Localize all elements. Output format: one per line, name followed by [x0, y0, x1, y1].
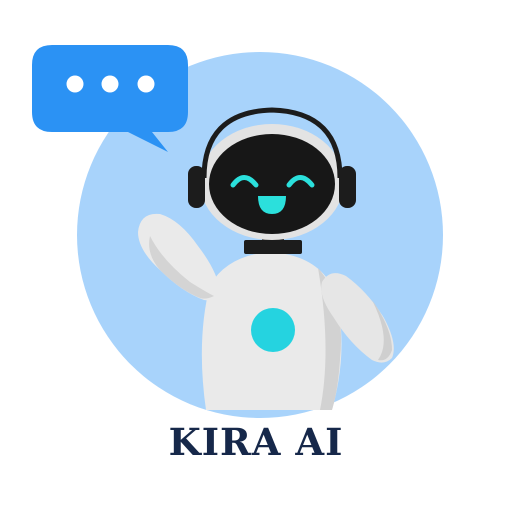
brand-name: KIRA AI — [168, 420, 344, 464]
chat-dot-2 — [101, 75, 119, 93]
logo-canvas: KIRA AI — [0, 0, 512, 512]
chest-light — [251, 308, 295, 352]
left-earcup — [188, 166, 205, 208]
chat-dot-1 — [66, 75, 84, 93]
robot-face — [209, 134, 335, 234]
right-earcup — [339, 166, 356, 208]
chat-dot-3 — [137, 75, 155, 93]
